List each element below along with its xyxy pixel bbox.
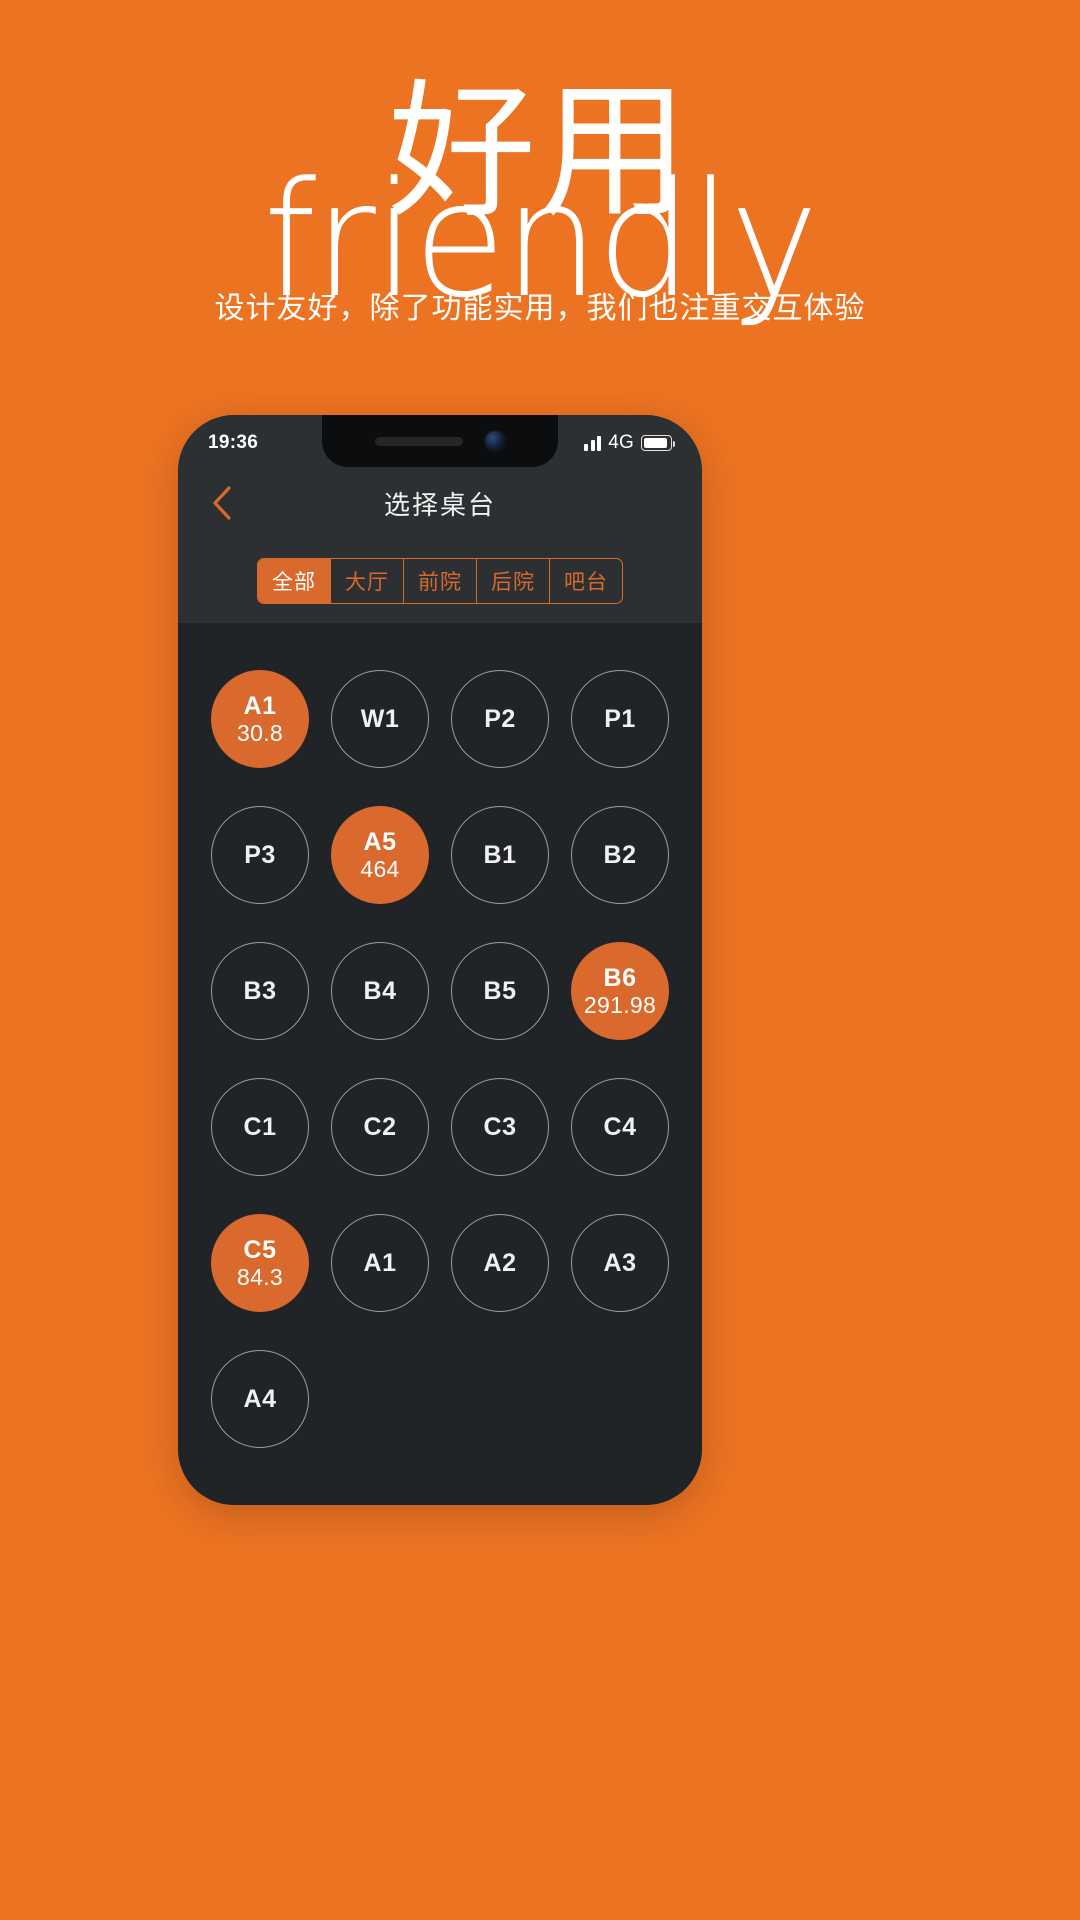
table-name: A4 bbox=[243, 1385, 277, 1413]
table-name: C3 bbox=[483, 1113, 517, 1141]
status-bar: 19:36 4G bbox=[178, 415, 702, 467]
tab-2[interactable]: 大厅 bbox=[331, 559, 404, 603]
back-button[interactable] bbox=[200, 481, 244, 525]
table-circle-c1-12[interactable]: C1 bbox=[211, 1078, 309, 1176]
phone-mockup: 19:36 4G 选择桌台 全部 大厅 前院 后院 吧台 A1 30.8 W1 P2 P1 P3 A… bbox=[178, 415, 702, 1505]
table-name: B1 bbox=[483, 841, 517, 869]
table-cell[interactable]: B1 bbox=[440, 797, 560, 913]
segmented-control[interactable]: 全部 大厅 前院 后院 吧台 bbox=[257, 558, 623, 604]
table-cell[interactable]: A3 bbox=[560, 1205, 680, 1321]
table-circle-c4-15[interactable]: C4 bbox=[571, 1078, 669, 1176]
table-name: W1 bbox=[360, 705, 400, 733]
table-selection-content: A1 30.8 W1 P2 P1 P3 A5 464 B1 B2 B3 B4 B5 B6 291.98 C1 C… bbox=[178, 623, 702, 1505]
table-cell[interactable]: C4 bbox=[560, 1069, 680, 1185]
table-cell[interactable]: C2 bbox=[320, 1069, 440, 1185]
table-name: A5 bbox=[363, 827, 397, 856]
table-circle-p1-3[interactable]: P1 bbox=[571, 670, 669, 768]
table-cell[interactable]: A5 464 bbox=[320, 797, 440, 913]
table-cell[interactable]: B2 bbox=[560, 797, 680, 913]
table-circle-a1-0[interactable]: A1 30.8 bbox=[211, 670, 309, 768]
phone-screen: 19:36 4G 选择桌台 全部 大厅 前院 后院 吧台 A1 30.8 W1 P2 P1 P3 A… bbox=[178, 415, 702, 1505]
table-name: B4 bbox=[363, 977, 397, 1005]
page-title: 选择桌台 bbox=[383, 490, 496, 521]
table-circle-a4-20[interactable]: A4 bbox=[211, 1350, 309, 1448]
table-circle-w1-1[interactable]: W1 bbox=[331, 670, 429, 768]
nav-bar: 选择桌台 bbox=[178, 467, 702, 539]
tab-5[interactable]: 吧台 bbox=[550, 559, 622, 603]
table-name: A2 bbox=[483, 1249, 517, 1277]
table-name: A1 bbox=[363, 1249, 397, 1277]
table-circle-a1-17[interactable]: A1 bbox=[331, 1214, 429, 1312]
table-circle-a5-5[interactable]: A5 464 bbox=[331, 806, 429, 904]
table-cell[interactable]: P2 bbox=[440, 661, 560, 777]
tab-4[interactable]: 后院 bbox=[477, 559, 550, 603]
table-circle-b6-11[interactable]: B6 291.98 bbox=[571, 942, 669, 1040]
table-cell[interactable]: A4 bbox=[200, 1341, 320, 1457]
table-cell[interactable]: P1 bbox=[560, 661, 680, 777]
table-amount: 464 bbox=[360, 855, 400, 882]
battery-icon bbox=[641, 435, 675, 451]
table-name: P2 bbox=[484, 705, 516, 733]
table-name: B3 bbox=[243, 977, 277, 1005]
table-grid: A1 30.8 W1 P2 P1 P3 A5 464 B1 B2 B3 B4 B5 B6 291.98 C1 C… bbox=[178, 647, 702, 1457]
table-circle-p2-2[interactable]: P2 bbox=[451, 670, 549, 768]
table-circle-c5-16[interactable]: C5 84.3 bbox=[211, 1214, 309, 1312]
status-indicators: 4G bbox=[584, 428, 675, 454]
table-cell[interactable]: C1 bbox=[200, 1069, 320, 1185]
table-name: B6 bbox=[603, 963, 637, 992]
table-cell[interactable]: A2 bbox=[440, 1205, 560, 1321]
table-cell[interactable]: B6 291.98 bbox=[560, 933, 680, 1049]
table-cell[interactable]: C5 84.3 bbox=[200, 1205, 320, 1321]
tab-3[interactable]: 前院 bbox=[404, 559, 477, 603]
table-cell[interactable]: B3 bbox=[200, 933, 320, 1049]
signal-bars-icon bbox=[584, 435, 602, 451]
hero-headline-stack: 好用 friendly bbox=[0, 78, 1080, 321]
table-cell[interactable]: B4 bbox=[320, 933, 440, 1049]
table-circle-p3-4[interactable]: P3 bbox=[211, 806, 309, 904]
table-name: C2 bbox=[363, 1113, 397, 1141]
table-cell[interactable]: A1 bbox=[320, 1205, 440, 1321]
table-circle-b5-10[interactable]: B5 bbox=[451, 942, 549, 1040]
table-circle-b2-7[interactable]: B2 bbox=[571, 806, 669, 904]
table-cell[interactable]: C3 bbox=[440, 1069, 560, 1185]
table-amount: 30.8 bbox=[237, 719, 283, 746]
hero-subtitle: 设计友好，除了功能实用，我们也注重交互体验 bbox=[214, 291, 866, 326]
table-name: P3 bbox=[244, 841, 276, 869]
table-name: B2 bbox=[603, 841, 637, 869]
table-name: C4 bbox=[603, 1113, 637, 1141]
table-name: C1 bbox=[243, 1113, 277, 1141]
table-cell[interactable]: A1 30.8 bbox=[200, 661, 320, 777]
table-name: A3 bbox=[603, 1249, 637, 1277]
tab-1[interactable]: 全部 bbox=[258, 559, 331, 603]
table-circle-b4-9[interactable]: B4 bbox=[331, 942, 429, 1040]
table-circle-c3-14[interactable]: C3 bbox=[451, 1078, 549, 1176]
table-cell[interactable]: W1 bbox=[320, 661, 440, 777]
area-filter-bar: 全部 大厅 前院 后院 吧台 bbox=[178, 539, 702, 623]
table-name: B5 bbox=[483, 977, 517, 1005]
chevron-left-icon bbox=[213, 486, 231, 520]
table-circle-c2-13[interactable]: C2 bbox=[331, 1078, 429, 1176]
table-circle-b3-8[interactable]: B3 bbox=[211, 942, 309, 1040]
table-name: C5 bbox=[243, 1235, 277, 1264]
table-cell[interactable]: P3 bbox=[200, 797, 320, 913]
table-name: A1 bbox=[243, 691, 277, 720]
table-name: P1 bbox=[604, 705, 636, 733]
table-amount: 84.3 bbox=[237, 1263, 283, 1290]
table-cell[interactable]: B5 bbox=[440, 933, 560, 1049]
table-circle-b1-6[interactable]: B1 bbox=[451, 806, 549, 904]
hero-banner: 好用 friendly 设计友好，除了功能实用，我们也注重交互体验 bbox=[0, 0, 1080, 400]
table-circle-a2-18[interactable]: A2 bbox=[451, 1214, 549, 1312]
network-type-label: 4G bbox=[608, 432, 634, 453]
status-time: 19:36 bbox=[208, 432, 259, 453]
table-circle-a3-19[interactable]: A3 bbox=[571, 1214, 669, 1312]
table-amount: 291.98 bbox=[583, 991, 657, 1018]
